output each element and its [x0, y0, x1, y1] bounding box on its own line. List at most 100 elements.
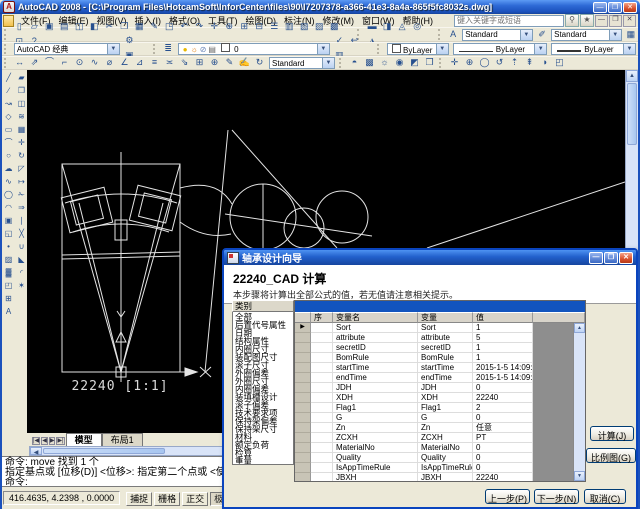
workspace-combo[interactable]: AutoCAD 经典 ▼: [14, 43, 120, 55]
toolbar-grip[interactable]: [4, 29, 10, 39]
category-header[interactable]: 类别: [232, 300, 294, 312]
hide-icon[interactable]: ◓: [347, 56, 362, 69]
grid-row[interactable]: attributeattribute5: [295, 333, 533, 343]
scroll-left-icon[interactable]: ◀: [30, 447, 42, 455]
arc-icon[interactable]: ⌒: [3, 136, 15, 149]
cut-icon[interactable]: ✂: [102, 20, 117, 33]
break-icon[interactable]: ╳: [16, 227, 28, 240]
chamfer-icon[interactable]: ◣: [16, 253, 28, 266]
grid-row[interactable]: ZCXHZCXHPT: [295, 433, 533, 443]
dialog-title-bar[interactable]: 轴承设计向导 — ❐ ✕: [224, 250, 636, 265]
linetype-combo[interactable]: ByLayer ▼: [453, 43, 547, 55]
text-style-combo[interactable]: Standard ▼: [462, 29, 533, 41]
tool-palettes-icon[interactable]: ▧: [297, 20, 312, 33]
tab-nav-arrow[interactable]: ▶: [49, 437, 56, 445]
dim-style-combo[interactable]: Standard ▼: [551, 29, 622, 41]
grid-row[interactable]: Flag1Flag12: [295, 403, 533, 413]
rectangle-icon[interactable]: ▭: [3, 123, 15, 136]
open-icon[interactable]: ▱: [27, 20, 42, 33]
circle-icon[interactable]: ○: [3, 149, 15, 162]
grid-col-var[interactable]: 变量: [418, 312, 473, 323]
grid-row[interactable]: MaterialNoMaterialNo0: [295, 443, 533, 453]
redo-icon[interactable]: ↷: [192, 20, 207, 33]
toolbar-grip[interactable]: [4, 44, 10, 54]
grid-row[interactable]: GG0: [295, 413, 533, 423]
scale-icon[interactable]: ◸: [16, 162, 28, 175]
chevron-down-icon[interactable]: ▼: [609, 30, 621, 40]
grid-row[interactable]: IsAppTimeRuleIsAppTimeRule0: [295, 463, 533, 473]
gradient-icon[interactable]: ▓: [3, 266, 15, 279]
grid-col-value[interactable]: 值: [473, 312, 533, 323]
status-toggle-捕捉[interactable]: 捕捉: [126, 492, 152, 506]
chevron-down-icon[interactable]: ▼: [520, 30, 532, 40]
aligned-dimension-icon[interactable]: ⇗: [27, 56, 42, 69]
grid-row[interactable]: endTimeendTime2015-1-5 14:09:: [295, 373, 533, 383]
constrained-orbit-icon[interactable]: ◯: [477, 56, 492, 69]
toolbar-grip[interactable]: [339, 58, 345, 68]
construction-line-icon[interactable]: ∕: [3, 84, 15, 97]
grid-row[interactable]: QualityQuality0: [295, 453, 533, 463]
toolbar-grip[interactable]: [377, 44, 383, 54]
chevron-down-icon[interactable]: ▼: [436, 44, 448, 54]
search-icon[interactable]: ⚲: [565, 14, 579, 27]
scale-view-button[interactable]: 比例图(G): [586, 448, 636, 463]
grid-row[interactable]: XDHXDH22240: [295, 393, 533, 403]
dimension-update-icon[interactable]: ↻: [252, 56, 267, 69]
polyline-icon[interactable]: ↝: [3, 97, 15, 110]
category-list[interactable]: 全部后置代号属性日期结构属性内圈尺寸装配图尺寸滚子尺寸外圈偏差外圈尺寸内圈偏差装…: [232, 312, 294, 465]
grid-col-seq[interactable]: 序: [311, 312, 333, 323]
ellipse-icon[interactable]: ◯: [3, 188, 15, 201]
scroll-up-icon[interactable]: ▲: [626, 70, 638, 82]
doc-restore-button[interactable]: ❐: [609, 15, 622, 27]
make-object-layer-current-icon[interactable]: ✓: [332, 34, 347, 47]
3d-zoom-icon[interactable]: ⊕: [462, 56, 477, 69]
toolbar-grip[interactable]: [438, 29, 444, 39]
region-icon[interactable]: ◰: [3, 279, 15, 292]
properties-icon[interactable]: ☰: [267, 20, 282, 33]
grid-row[interactable]: ▶SortSort1: [295, 323, 533, 333]
dimension-text-edit-icon[interactable]: ✍: [237, 56, 252, 69]
match-properties-icon[interactable]: ✎: [147, 20, 162, 33]
extend-icon[interactable]: ⇒: [16, 201, 28, 214]
camera-icon[interactable]: ◎: [410, 20, 425, 33]
dim-style-manager-icon[interactable]: ✐: [535, 28, 549, 41]
make-block-icon[interactable]: ◱: [3, 227, 15, 240]
linear-dimension-icon[interactable]: ↔: [12, 56, 27, 69]
doc-minimize-button[interactable]: —: [595, 15, 608, 27]
grid-row[interactable]: JBXHJBXH22240: [295, 473, 533, 481]
rotate-icon[interactable]: ↻: [16, 149, 28, 162]
dimension-edit-icon[interactable]: ✎: [222, 56, 237, 69]
polygon-icon[interactable]: ◇: [3, 110, 15, 123]
point-icon[interactable]: •: [3, 240, 15, 253]
category-item[interactable]: 重量: [233, 457, 293, 465]
grid-row[interactable]: JDHJDH0: [295, 383, 533, 393]
move-icon[interactable]: ✛: [16, 136, 28, 149]
revision-cloud-icon[interactable]: ☁: [3, 162, 15, 175]
status-toggle-栅格[interactable]: 栅格: [154, 492, 180, 506]
variables-grid[interactable]: 序 变量名 变量 值 ▶SortSort1attributeattribute5…: [294, 300, 586, 482]
viewports-icon[interactable]: ▬: [365, 20, 380, 33]
tab-model[interactable]: 模型: [66, 433, 102, 446]
layer-properties-manager-icon[interactable]: ≣: [161, 42, 176, 55]
chevron-down-icon[interactable]: ▼: [107, 44, 119, 54]
2d-wireframe-icon[interactable]: ◰: [552, 56, 567, 69]
doc-close-button[interactable]: ✕: [623, 15, 636, 27]
chevron-down-icon[interactable]: ▼: [317, 44, 329, 54]
3d-fly-icon[interactable]: ⇞: [522, 56, 537, 69]
join-icon[interactable]: ∪: [16, 240, 28, 253]
mapping-icon[interactable]: ◩: [407, 56, 422, 69]
pan-icon[interactable]: ✛: [207, 20, 222, 33]
erase-icon[interactable]: ▰: [16, 71, 28, 84]
grid-row[interactable]: BomRuleBomRule1: [295, 353, 533, 363]
block-editor-icon[interactable]: ◳: [162, 20, 177, 33]
materials-icon[interactable]: ◉: [392, 56, 407, 69]
dim-style-combo-2[interactable]: Standard ▼: [269, 57, 335, 69]
chevron-down-icon[interactable]: ▼: [534, 44, 546, 54]
qnew-icon[interactable]: ▯: [12, 20, 27, 33]
visual-styles-icon[interactable]: ◑: [537, 56, 552, 69]
free-orbit-icon[interactable]: ↺: [492, 56, 507, 69]
dialog-maximize-button[interactable]: ❐: [604, 252, 618, 264]
minimize-button[interactable]: —: [593, 2, 607, 13]
break-at-point-icon[interactable]: ∣: [16, 214, 28, 227]
table-icon[interactable]: ⊞: [3, 292, 15, 305]
